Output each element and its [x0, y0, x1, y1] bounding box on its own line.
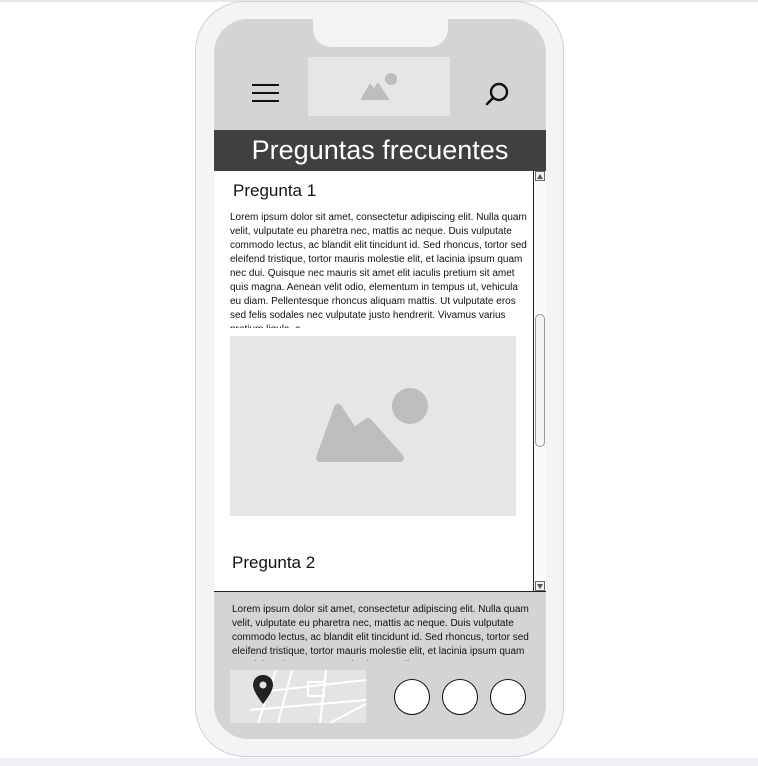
- scrollbar-thumb[interactable]: [535, 314, 545, 447]
- hamburger-menu-icon[interactable]: [252, 84, 280, 104]
- logo-placeholder: [308, 57, 450, 116]
- map-thumbnail[interactable]: [230, 670, 366, 723]
- faq-answer-2: Lorem ipsum dolor sit amet, consectetur …: [232, 604, 529, 661]
- faq-scroll-panel[interactable]: Pregunta 1 Lorem ipsum dolor sit amet, c…: [214, 171, 546, 592]
- faq-answer-1: Lorem ipsum dolor sit amet, consectetur …: [230, 212, 527, 328]
- circle-button-2[interactable]: [442, 679, 478, 715]
- phone-screen: Preguntas frecuentes Pregunta 1 Lorem ip…: [214, 19, 546, 739]
- content-image-placeholder: [230, 336, 516, 516]
- bottom-divider: [0, 758, 758, 766]
- search-icon[interactable]: [484, 80, 512, 108]
- image-placeholder-icon: [361, 73, 397, 100]
- scrollbar[interactable]: [533, 171, 546, 591]
- map-pin-icon: [253, 675, 273, 704]
- scroll-up-arrow-icon[interactable]: [535, 171, 545, 181]
- image-placeholder-icon: [316, 388, 428, 462]
- faq-question-1: Pregunta 1: [233, 181, 317, 200]
- page-title: Preguntas frecuentes: [214, 130, 546, 171]
- circle-button-3[interactable]: [490, 679, 526, 715]
- scroll-down-arrow-icon[interactable]: [535, 581, 545, 591]
- circle-button-1[interactable]: [394, 679, 430, 715]
- faq-question-2: Pregunta 2: [232, 553, 316, 572]
- phone-notch: [313, 19, 448, 47]
